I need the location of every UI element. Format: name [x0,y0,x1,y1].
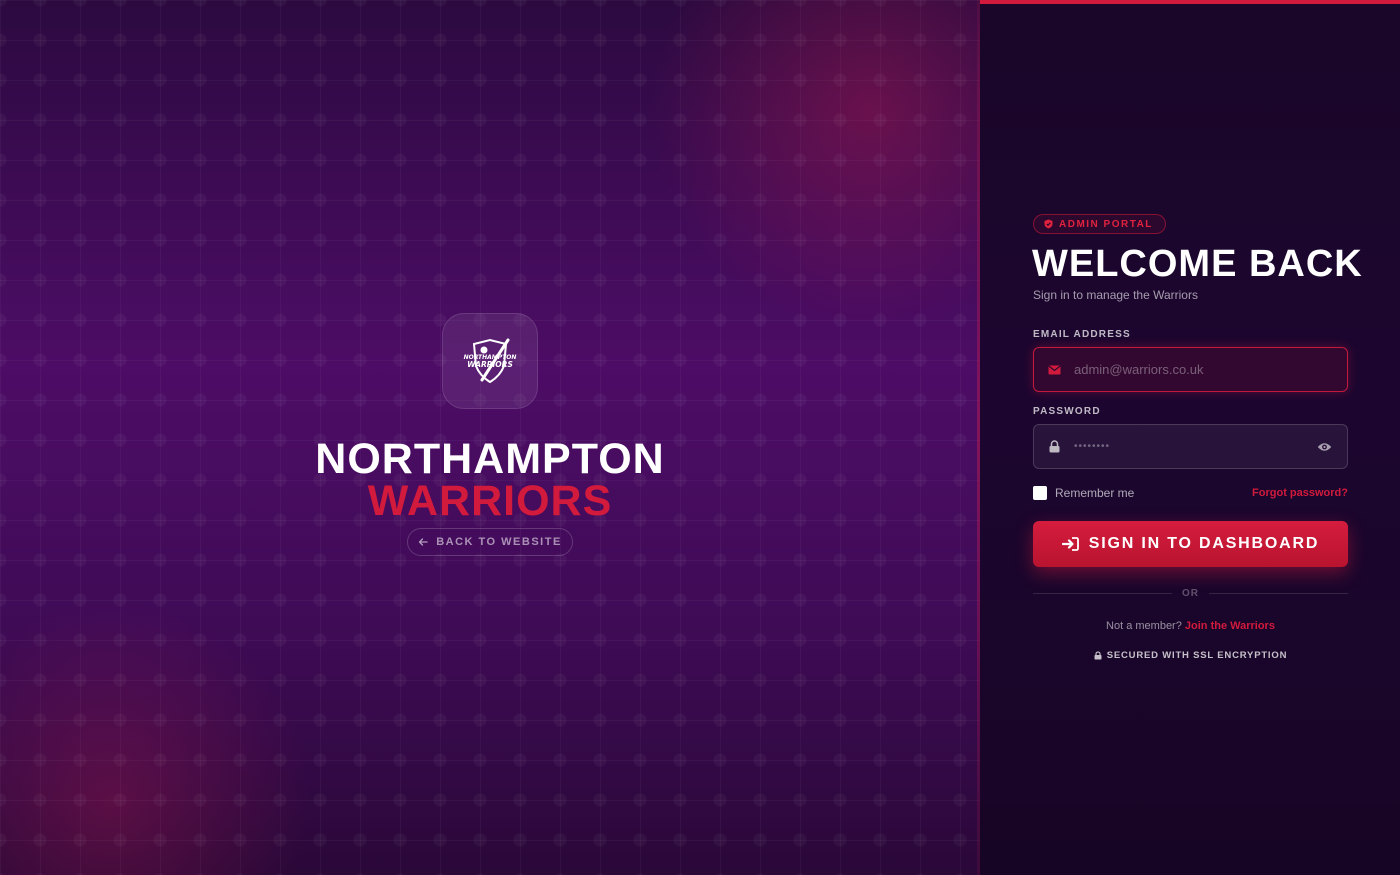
join-link[interactable]: Join the Warriors [1185,620,1275,632]
brand-name-primary: NORTHAMPTON [315,435,665,483]
page-title: WELCOME BACK [1032,243,1363,285]
email-label: EMAIL ADDRESS [1033,329,1131,340]
password-input[interactable] [1074,425,1301,468]
email-field-wrapper [1033,347,1348,392]
separator-line [1209,592,1348,594]
lock-icon [1034,440,1074,453]
sign-in-button[interactable]: SIGN IN TO DASHBOARD [1033,521,1348,567]
brand-panel: NORTHAMPTON WARRIORS NORTHAMPTON WARRIOR… [0,0,980,875]
signup-prompt: Not a member? Join the Warriors [1033,620,1348,632]
not-member-text: Not a member? [1106,620,1185,632]
shield-icon [1044,219,1053,229]
remember-me-checkbox[interactable]: Remember me [1033,486,1134,500]
brand-name-secondary: WARRIORS [367,477,613,525]
page-subtitle: Sign in to manage the Warriors [1033,288,1198,302]
back-to-website-label: BACK TO WEBSITE [436,536,562,548]
ssl-notice: SECURED WITH SSL ENCRYPTION [1033,650,1348,661]
or-label: OR [1182,587,1199,599]
sign-in-icon [1061,537,1079,551]
checkbox-box[interactable] [1033,486,1047,500]
separator-line [1033,592,1172,594]
password-label: PASSWORD [1033,406,1101,417]
arrow-left-icon [419,538,428,546]
team-logo: NORTHAMPTON WARRIORS [442,313,538,409]
login-panel: ADMIN PORTAL WELCOME BACK Sign in to man… [980,0,1400,875]
envelope-icon [1034,365,1074,375]
or-separator: OR [1033,587,1348,599]
team-crest-icon: NORTHAMPTON WARRIORS [464,338,516,384]
forgot-password-link[interactable]: Forgot password? [1252,487,1348,499]
back-to-website-button[interactable]: BACK TO WEBSITE [407,528,573,556]
admin-portal-badge: ADMIN PORTAL [1033,214,1166,234]
remember-me-label: Remember me [1055,486,1135,500]
email-input[interactable] [1074,348,1347,391]
admin-portal-label: ADMIN PORTAL [1059,218,1153,230]
eye-icon[interactable] [1301,442,1347,452]
lock-icon [1094,651,1102,660]
ssl-label: SECURED WITH SSL ENCRYPTION [1106,650,1288,661]
accent-bar [980,0,1400,4]
logo-text-bottom: WARRIORS [467,360,513,369]
sign-in-label: SIGN IN TO DASHBOARD [1088,535,1320,552]
password-field-wrapper [1033,424,1348,469]
